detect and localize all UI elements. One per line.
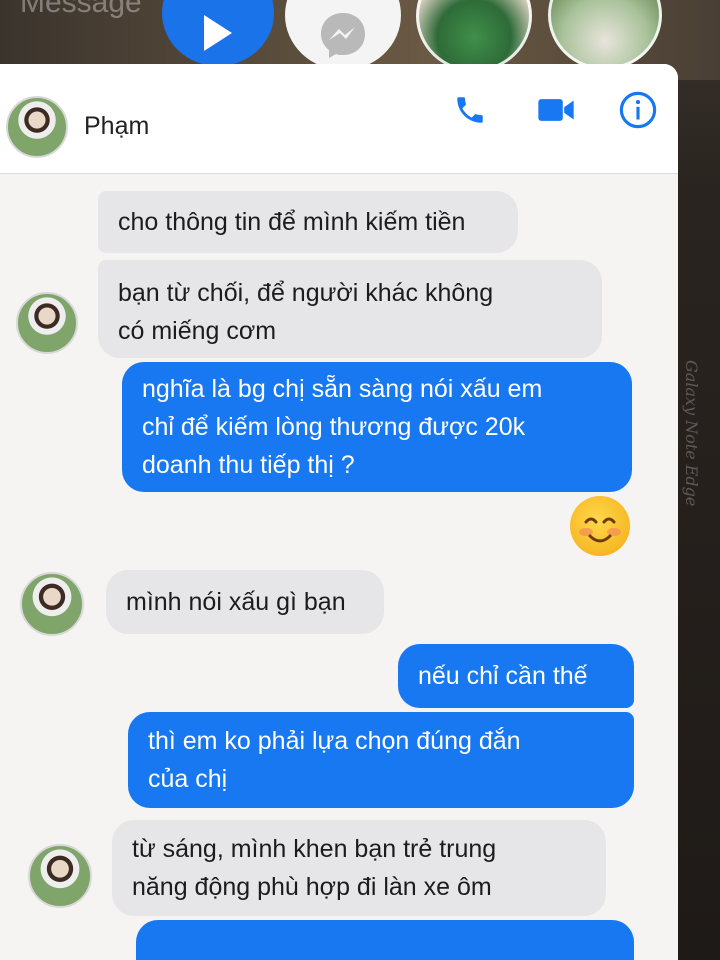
message-text-line: thì em ko phải lựa chọn đúng đắn — [148, 727, 521, 755]
message-text-line: từ sáng, mình khen bạn trẻ trung — [132, 835, 497, 863]
ghost-label: Message — [20, 0, 142, 19]
message-text: cho thông tin để mình kiếm tiền — [118, 208, 466, 236]
message-text: nếu chỉ cần thế — [418, 662, 588, 690]
message-bubble-outgoing[interactable]: nếu chỉ cần thế — [398, 644, 634, 708]
message-text-line: bạn từ chối, để người khác không — [118, 279, 494, 307]
contact-name[interactable]: Phạm — [84, 112, 149, 141]
chat-panel: Phạm cho thông tin để mình kiếm tiền bạn… — [0, 64, 678, 960]
info-button[interactable] — [616, 88, 660, 132]
contact-avatar[interactable] — [6, 96, 68, 158]
video-camera-icon — [538, 99, 574, 121]
conversation-header: Phạm — [0, 64, 678, 174]
message-text-line: doanh thu tiếp thị ? — [142, 451, 355, 479]
phone-icon — [457, 97, 483, 123]
contact-avatar-small[interactable] — [28, 844, 92, 908]
device-edge-label: Galaxy Note Edge — [682, 360, 701, 507]
messenger-icon — [321, 13, 365, 58]
message-bubble-outgoing[interactable]: thì em ko phải lựa chọn đúng đắn của chị — [128, 712, 634, 808]
message-text-line: năng động phù hợp đi làn xe ôm — [132, 873, 492, 901]
smile-face-icon — [579, 517, 621, 543]
message-bubble-incoming[interactable]: cho thông tin để mình kiếm tiền — [98, 191, 518, 253]
message-text-line: có miếng cơm — [118, 317, 277, 345]
video-call-button[interactable] — [534, 88, 578, 132]
message-bubble-incoming[interactable]: bạn từ chối, để người khác không có miến… — [98, 260, 602, 358]
contact-avatar-small[interactable] — [16, 292, 78, 354]
message-bubble-outgoing-partial[interactable] — [136, 920, 634, 960]
info-icon — [619, 91, 657, 129]
message-text-line: nghĩa là bg chị sẵn sàng nói xấu em — [142, 375, 543, 403]
message-text: mình nói xấu gì bạn — [126, 588, 346, 616]
message-bubble-incoming[interactable]: từ sáng, mình khen bạn trẻ trung năng độ… — [112, 820, 606, 916]
contact-avatar-small[interactable] — [20, 572, 84, 636]
call-button[interactable] — [448, 88, 492, 132]
message-bubble-incoming[interactable]: mình nói xấu gì bạn — [106, 570, 384, 634]
message-text-line: chỉ để kiếm lòng thương được 20k — [142, 413, 526, 441]
play-icon — [204, 15, 232, 51]
message-bubble-outgoing[interactable]: nghĩa là bg chị sẵn sàng nói xấu em chỉ … — [122, 362, 632, 492]
message-text-line: của chị — [148, 765, 228, 793]
smiling-emoji-icon — [570, 496, 630, 556]
